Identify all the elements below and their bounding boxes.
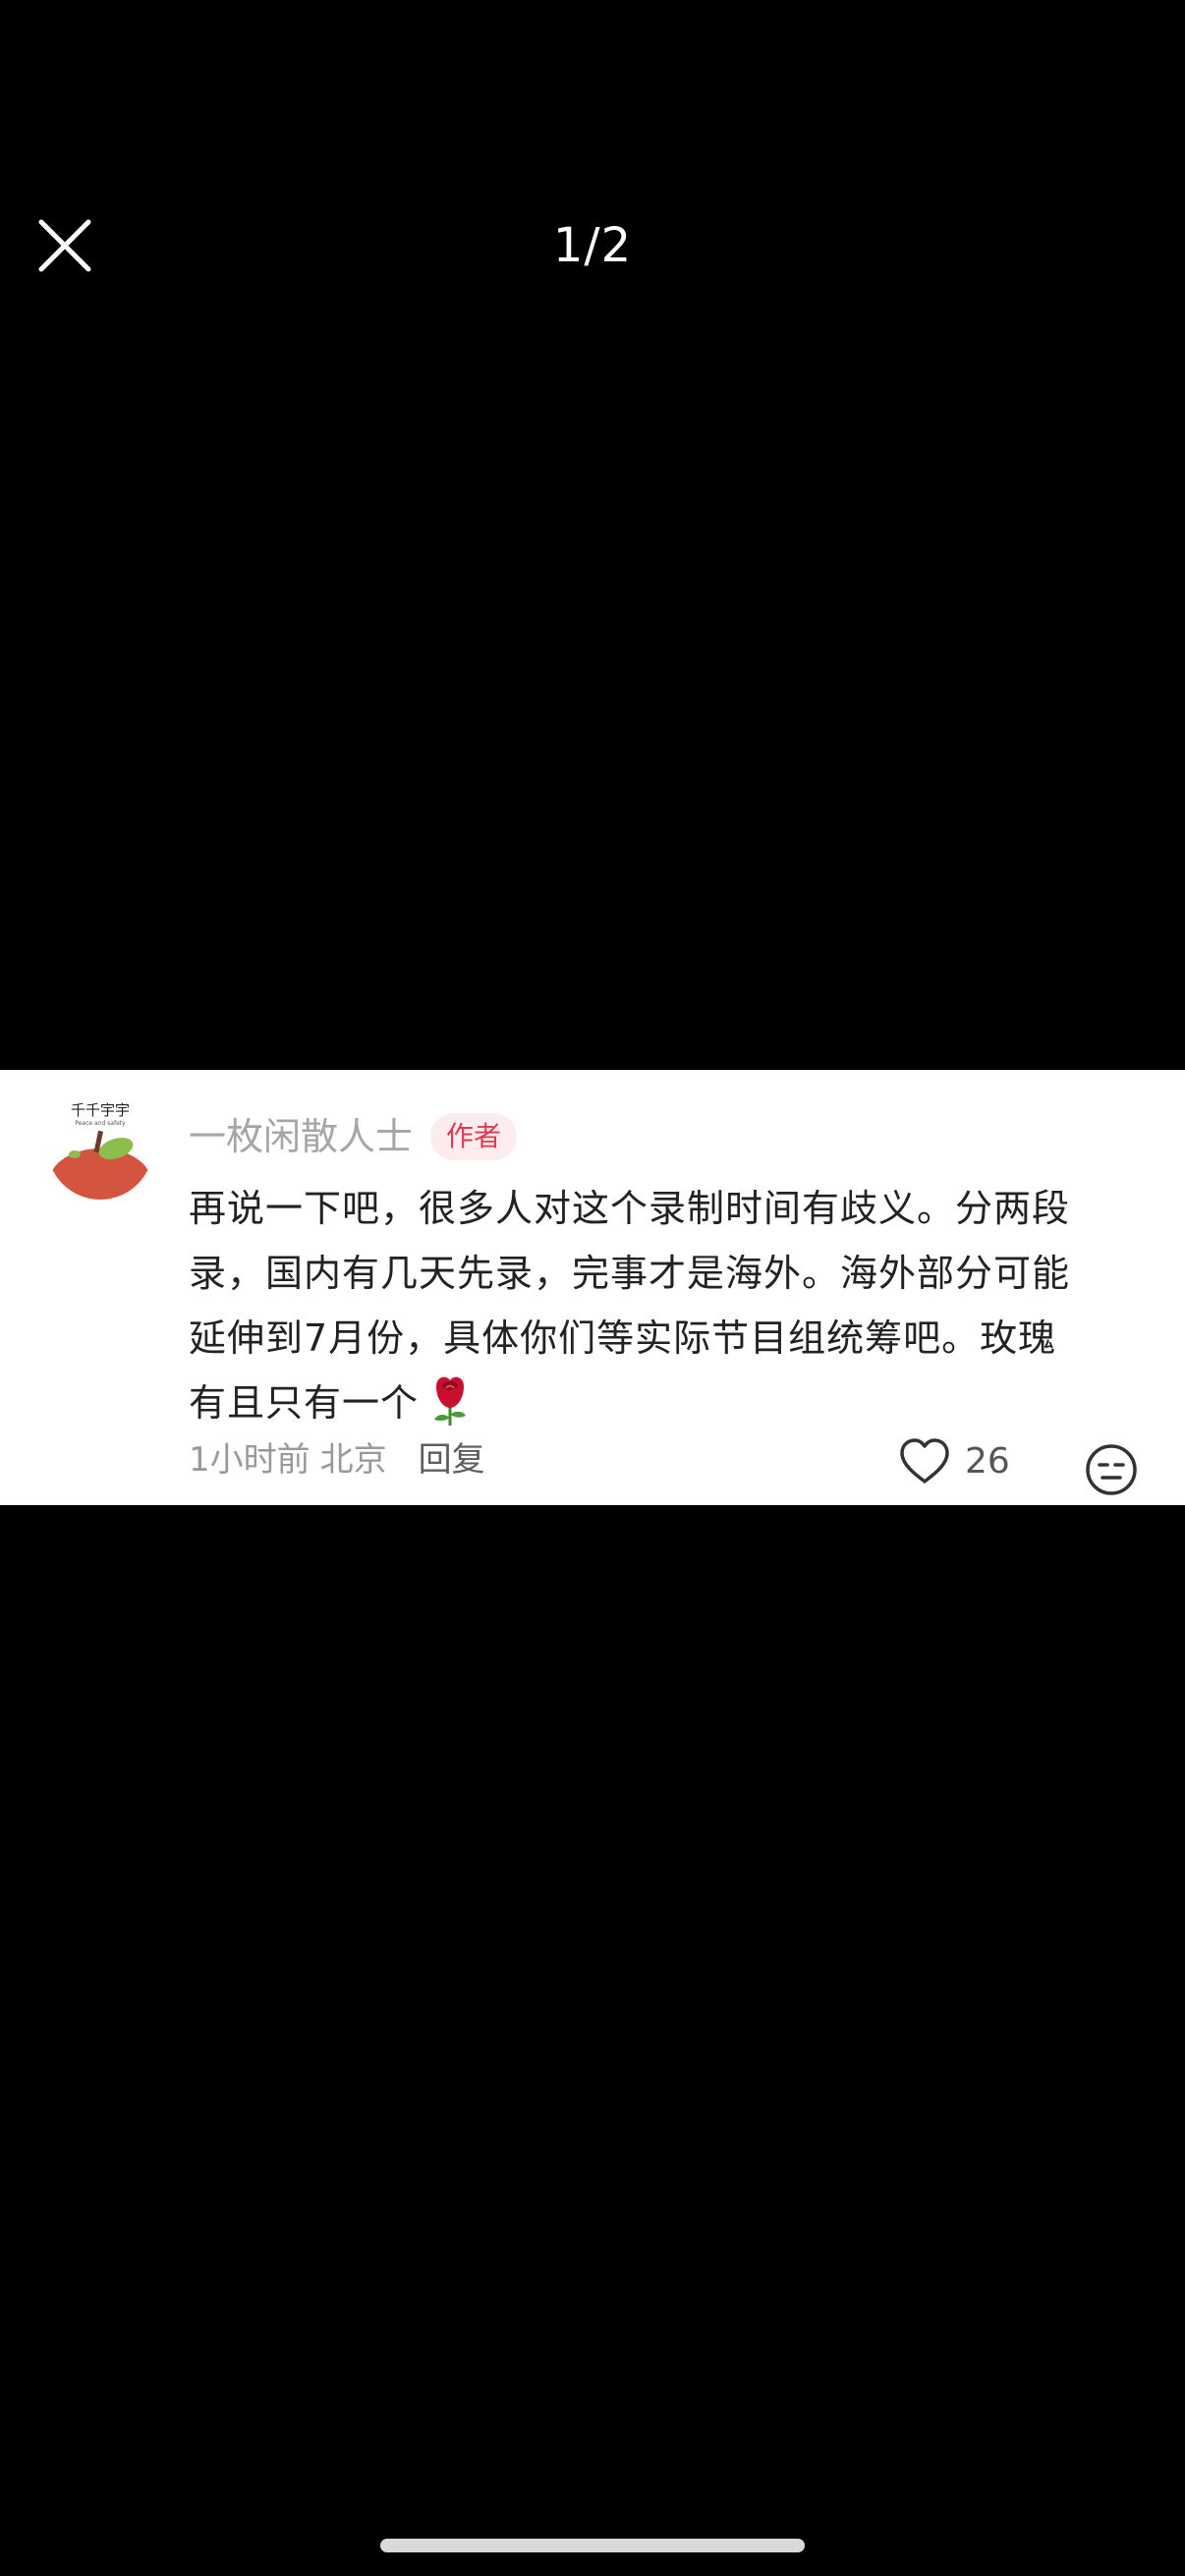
comment-line-last: 有且只有一个 <box>189 1371 1142 1435</box>
like-button[interactable]: 26 <box>898 1435 1010 1488</box>
face-emoji-icon <box>1086 1444 1137 1495</box>
rose-icon <box>434 1376 467 1426</box>
comment-header: 一枚闲散人士 作者 <box>189 1109 518 1164</box>
emoji-button[interactable] <box>1085 1443 1138 1496</box>
comment-body: 再说一下吧，很多人对这个录制时间有歧义。分两段 录，国内有几天先录，完事才是海外… <box>189 1176 1142 1435</box>
comment-line: 录，国内有几天先录，完事才是海外。海外部分可能 <box>189 1252 1071 1295</box>
comment-line: 延伸到7月份，具体你们等实际节目组统筹吧。玫瑰 <box>189 1316 1057 1360</box>
avatar-subtext: Peace and safety <box>75 1120 126 1127</box>
comment-line: 再说一下吧，很多人对这个录制时间有歧义。分两段 <box>189 1187 1071 1230</box>
author-badge: 作者 <box>430 1113 518 1160</box>
home-indicator[interactable] <box>380 2539 805 2552</box>
page-indicator: 1/2 <box>552 218 633 273</box>
avatar[interactable]: 千千宇宇 Peace and safety <box>47 1093 153 1200</box>
avatar-text: 千千宇宇 <box>71 1101 130 1119</box>
username[interactable]: 一枚闲散人士 <box>189 1109 413 1164</box>
comment-meta: 1小时前 北京 回复 <box>189 1435 485 1484</box>
avatar-apple-image: 千千宇宇 Peace and safety <box>47 1093 153 1200</box>
comment-line-text: 有且只有一个 <box>189 1381 420 1425</box>
reply-button[interactable]: 回复 <box>419 1435 485 1484</box>
heart-outline-icon <box>900 1438 949 1484</box>
comment-card: 千千宇宇 Peace and safety 一枚闲散人士 作者 再说一下吧，很多… <box>0 1070 1185 1505</box>
like-count: 26 <box>965 1441 1010 1482</box>
comment-time: 1小时前 <box>189 1440 310 1480</box>
comment-location: 北京 <box>319 1440 387 1480</box>
